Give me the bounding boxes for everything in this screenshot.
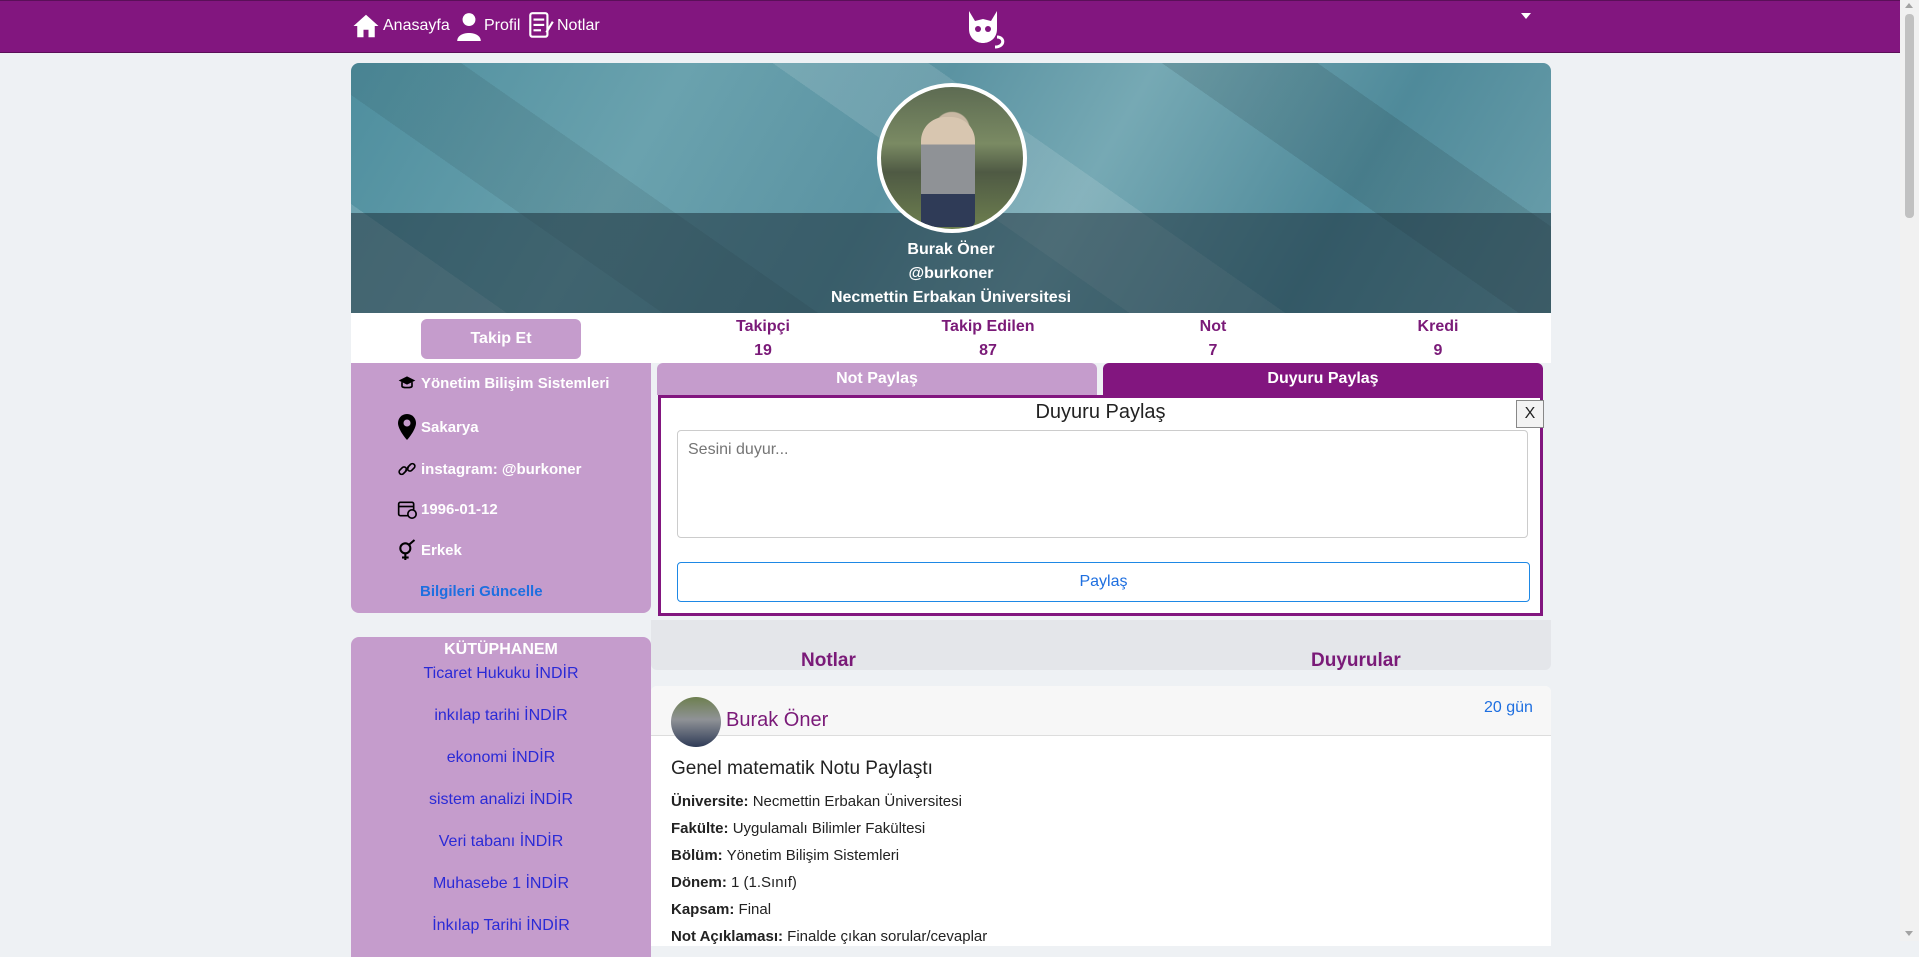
tab-announcement-share[interactable]: Duyuru Paylaş xyxy=(1103,363,1543,395)
post-field: Not Açıklaması: Finalde çıkan sorular/ce… xyxy=(671,928,987,945)
post-field: Fakülte: Uygulamalı Bilimler Fakültesi xyxy=(671,820,925,837)
page-scrollbar[interactable] xyxy=(1900,0,1919,941)
field-label: Bölüm: xyxy=(671,847,723,864)
stat-label: Takipçi xyxy=(736,318,790,335)
post-field: Bölüm: Yönetim Bilişim Sistemleri xyxy=(671,847,899,864)
announcement-input[interactable] xyxy=(677,430,1528,538)
info-department: Yönetim Bilişim Sistemleri xyxy=(397,373,609,393)
tab-notes[interactable]: Notlar xyxy=(801,650,856,672)
info-gender-text: Erkek xyxy=(421,541,462,559)
field-label: Not Açıklaması: xyxy=(671,928,783,945)
nav-profile-label: Profil xyxy=(484,17,521,34)
field-label: Üniversite: xyxy=(671,793,749,810)
avatar[interactable] xyxy=(671,697,721,747)
nav-notes[interactable]: Notlar xyxy=(527,11,600,41)
field-label: Dönem: xyxy=(671,874,727,891)
post-time[interactable]: 20 gün xyxy=(1484,699,1533,717)
info-birthdate: 1996-01-12 xyxy=(397,499,498,519)
scroll-down-icon[interactable] xyxy=(1905,931,1913,936)
library-item[interactable]: İnkılap Tarihi İNDİR xyxy=(351,917,651,935)
field-value: Necmettin Erbakan Üniversitesi xyxy=(752,793,962,810)
gender-icon xyxy=(399,539,416,560)
info-gender: Erkek xyxy=(397,539,462,561)
library-item[interactable]: inkılap tarihi İNDİR xyxy=(351,707,651,725)
close-button[interactable]: X xyxy=(1516,400,1544,428)
stat-value: 9 xyxy=(1433,342,1443,359)
cover-image: Burak Öner @burkoner Necmettin Erbakan Ü… xyxy=(351,63,1551,313)
stat-label: Takip Edilen xyxy=(941,318,1035,335)
announcement-title: Duyuru Paylaş xyxy=(1035,401,1166,423)
library-item[interactable]: ekonomi İNDİR xyxy=(351,749,651,767)
profile-info-box: Yönetim Bilişim Sistemleri Sakarya insta… xyxy=(351,363,651,613)
calendar-icon xyxy=(397,501,417,519)
avatar-person xyxy=(921,117,975,227)
stat-value: 7 xyxy=(1208,342,1218,359)
info-city-text: Sakarya xyxy=(421,418,479,436)
stat-value: 87 xyxy=(979,342,997,359)
nav-profile[interactable]: Profil xyxy=(456,11,520,41)
info-department-text: Yönetim Bilişim Sistemleri xyxy=(421,374,610,392)
stat-label: Kredi xyxy=(1417,318,1459,335)
link-icon xyxy=(398,462,416,476)
field-value: 1 (1.Sınıf) xyxy=(731,874,797,891)
profile-handle: @burkoner xyxy=(908,265,994,282)
cat-logo-icon[interactable] xyxy=(963,7,1007,54)
scroll-up-icon[interactable] xyxy=(1905,3,1913,8)
map-pin-icon xyxy=(398,414,416,440)
field-value: Yönetim Bilişim Sistemleri xyxy=(726,847,900,864)
library-item[interactable]: Ticaret Hukuku İNDİR xyxy=(351,665,651,683)
nav-notes-label: Notlar xyxy=(557,17,600,34)
chevron-down-icon[interactable] xyxy=(1521,13,1531,19)
stat-following[interactable]: Takip Edilen 87 xyxy=(918,315,1058,363)
info-city: Sakarya xyxy=(397,413,479,441)
field-value: Finalde çıkan sorular/cevaplar xyxy=(787,928,988,945)
nav-home-label: Anasayfa xyxy=(383,17,450,34)
stat-credits[interactable]: Kredi 9 xyxy=(1368,315,1508,363)
post-card: Burak Öner 20 gün Genel matematik Notu P… xyxy=(651,686,1551,946)
graduation-cap-icon xyxy=(398,376,416,389)
field-label: Fakülte: xyxy=(671,820,729,837)
follow-button[interactable]: Takip Et xyxy=(421,319,581,359)
stats-bar: Takip Et Takipçi 19 Takip Edilen 87 Not … xyxy=(351,313,1551,363)
info-link: instagram: @burkoner xyxy=(397,459,582,479)
update-info-link[interactable]: Bilgileri Güncelle xyxy=(420,583,543,600)
tab-note-share[interactable]: Not Paylaş xyxy=(657,363,1097,395)
tab-announcements[interactable]: Duyurular xyxy=(1311,650,1401,672)
post-field: Dönem: 1 (1.Sınıf) xyxy=(671,874,797,891)
library-box: KÜTÜPHANEM Ticaret Hukuku İNDİR inkılap … xyxy=(351,637,651,957)
library-item[interactable]: sistem analizi İNDİR xyxy=(351,791,651,809)
library-item[interactable]: Muhasebe 1 İNDİR xyxy=(351,875,651,893)
notes-icon xyxy=(529,12,554,38)
profile-name: Burak Öner xyxy=(907,241,995,258)
scroll-thumb[interactable] xyxy=(1905,14,1914,218)
home-icon xyxy=(353,14,379,38)
stat-label: Not xyxy=(1199,318,1227,335)
nav-home[interactable]: Anasayfa xyxy=(351,11,450,41)
profile-avatar xyxy=(877,83,1027,233)
library-item[interactable]: Veri tabanı İNDİR xyxy=(351,833,651,851)
field-value: Final xyxy=(738,901,772,918)
stat-value: 19 xyxy=(754,342,772,359)
field-value: Uygulamalı Bilimler Fakültesi xyxy=(732,820,926,837)
post-author[interactable]: Burak Öner xyxy=(726,709,828,732)
user-icon xyxy=(457,13,481,41)
info-link-text: instagram: @burkoner xyxy=(421,460,582,478)
post-field: Kapsam: Final xyxy=(671,901,771,918)
post-field: Üniversite: Necmettin Erbakan Üniversite… xyxy=(671,793,962,810)
stat-followers[interactable]: Takipçi 19 xyxy=(693,315,833,363)
library-title: KÜTÜPHANEM xyxy=(444,641,558,658)
share-button[interactable]: Paylaş xyxy=(677,562,1530,602)
feed-tabs: Notlar Duyurular xyxy=(651,620,1551,672)
field-label: Kapsam: xyxy=(671,901,735,918)
stat-notes[interactable]: Not 7 xyxy=(1143,315,1283,363)
announcement-panel: Duyuru Paylaş X Paylaş xyxy=(658,395,1544,616)
info-birthdate-text: 1996-01-12 xyxy=(421,500,498,518)
profile-university: Necmettin Erbakan Üniversitesi xyxy=(830,289,1072,306)
top-navbar: Anasayfa Profil Notlar xyxy=(0,0,1900,53)
post-title: Genel matematik Notu Paylaştı xyxy=(671,758,933,779)
